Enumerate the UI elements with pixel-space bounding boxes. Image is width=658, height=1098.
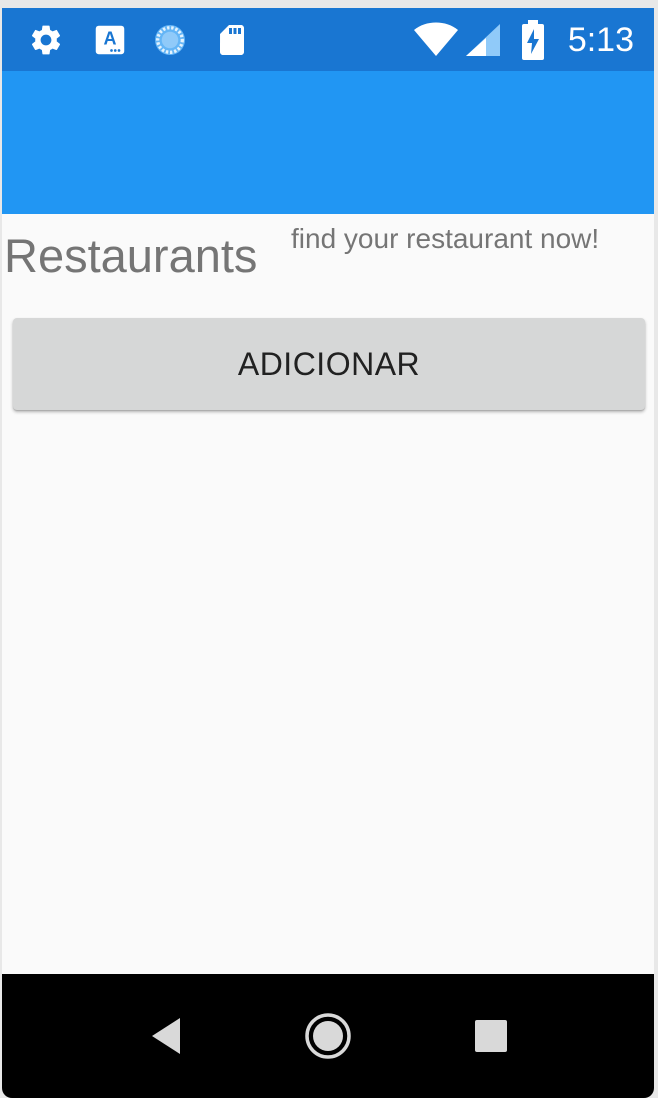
home-icon[interactable] — [300, 1008, 356, 1064]
page-title: Restaurants — [4, 229, 258, 282]
clock-time: 5:13 — [567, 21, 634, 59]
recents-icon[interactable] — [463, 1008, 519, 1064]
status-bar: A 5:13 — [2, 8, 654, 71]
cellular-signal-icon — [464, 22, 502, 58]
app-bar — [2, 71, 654, 214]
add-button[interactable]: ADICIONAR — [13, 318, 645, 410]
sync-loading-icon — [152, 22, 188, 58]
settings-icon — [28, 22, 64, 58]
sd-card-icon — [214, 22, 250, 58]
svg-text:A: A — [104, 29, 117, 49]
back-icon[interactable] — [138, 1008, 194, 1064]
page-tagline: find your restaurant now! — [291, 223, 600, 254]
battery-charging-icon — [520, 20, 546, 60]
navigation-bar — [2, 974, 654, 1098]
main-content: Restaurants find your restaurant now! AD… — [2, 214, 654, 974]
wifi-icon — [414, 22, 458, 58]
phone-screen: A 5:13 Restaurants find your restaurant … — [2, 8, 654, 1098]
keyboard-a-icon: A — [92, 22, 128, 58]
